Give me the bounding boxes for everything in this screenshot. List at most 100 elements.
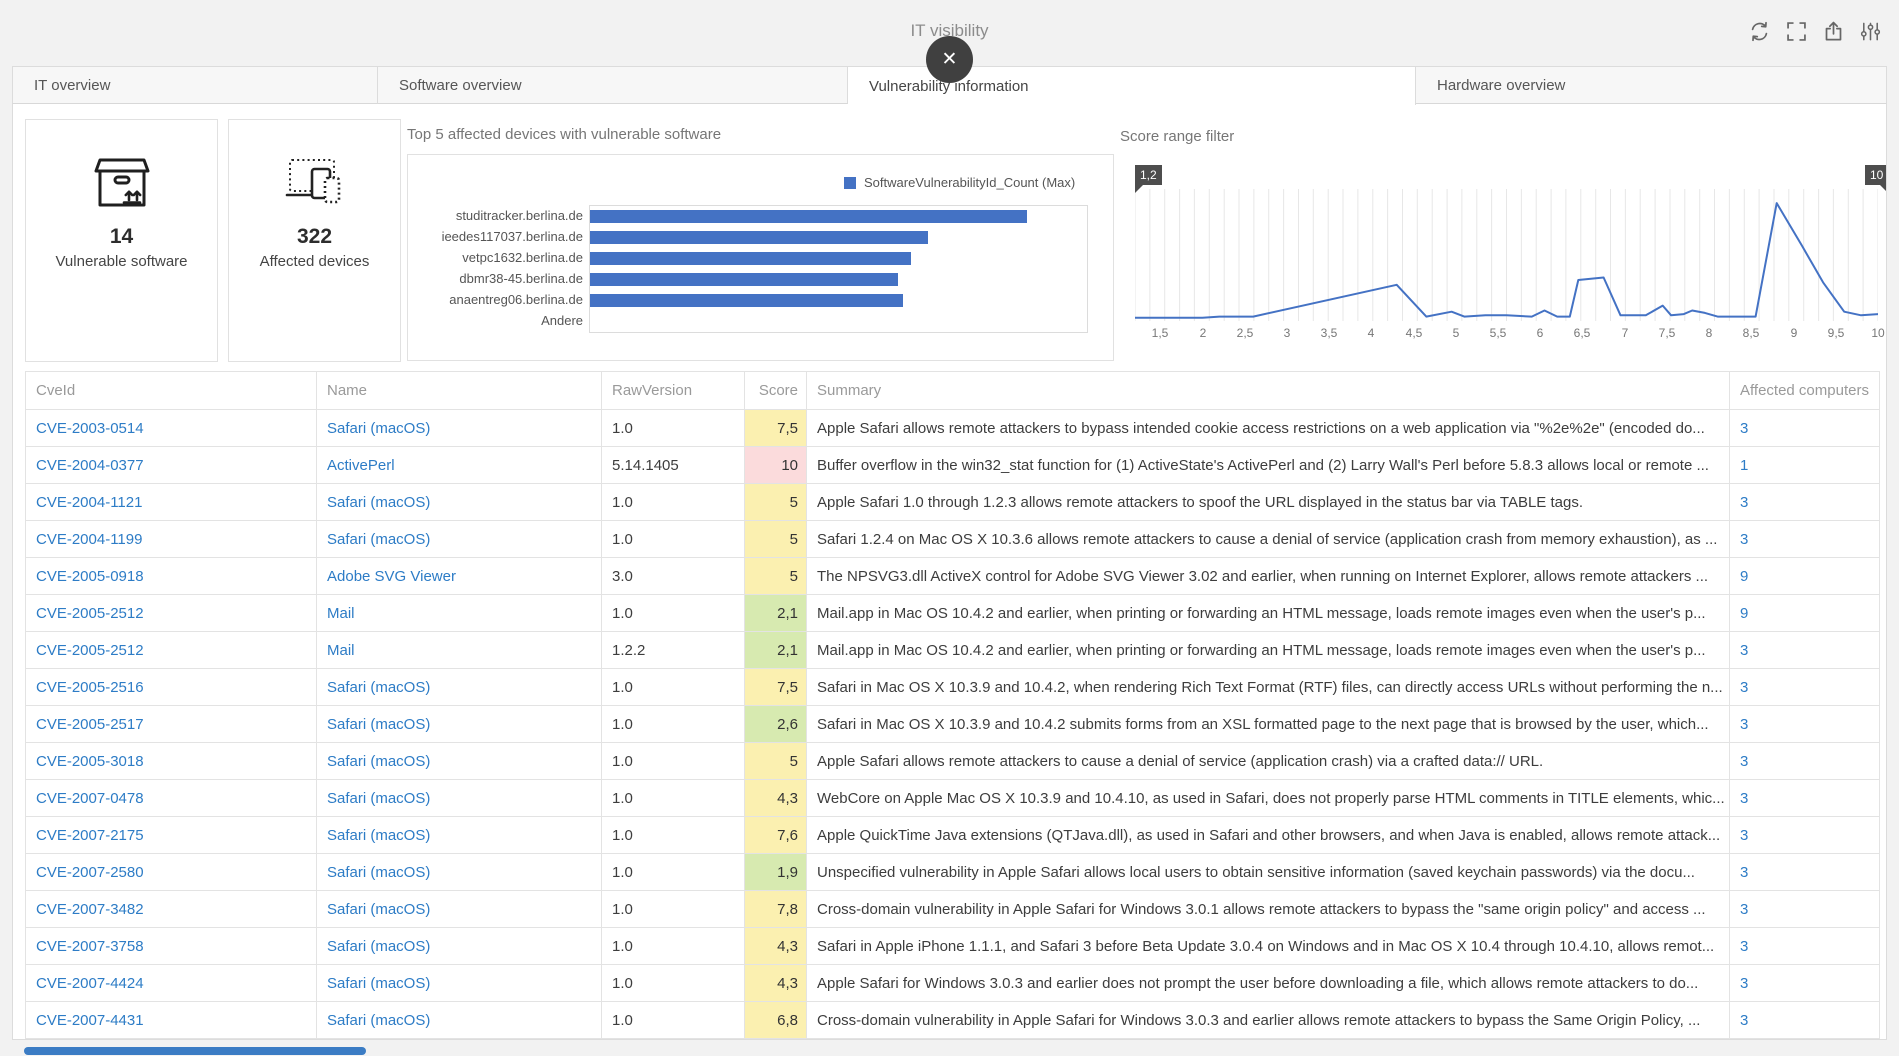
range-handle-left[interactable]: 1,2 xyxy=(1135,165,1162,185)
affected-computers-link[interactable]: 9 xyxy=(1740,605,1748,622)
software-link[interactable]: Safari (macOS) xyxy=(327,753,430,770)
bar[interactable] xyxy=(590,210,1027,223)
bar-plot-area xyxy=(589,205,1088,333)
summary-cell: Cross-domain vulnerability in Apple Safa… xyxy=(807,1002,1730,1039)
software-link[interactable]: Safari (macOS) xyxy=(327,827,430,844)
col-summary[interactable]: Summary xyxy=(807,372,1730,410)
software-link[interactable]: ActivePerl xyxy=(327,457,395,474)
software-link[interactable]: Safari (macOS) xyxy=(327,494,430,511)
export-icon[interactable] xyxy=(1822,20,1845,43)
software-link[interactable]: Safari (macOS) xyxy=(327,679,430,696)
cve-link[interactable]: CVE-2005-3018 xyxy=(36,753,144,770)
cve-link[interactable]: CVE-2005-0918 xyxy=(36,568,144,585)
cve-link[interactable]: CVE-2004-1121 xyxy=(36,494,142,511)
affected-computers-link[interactable]: 3 xyxy=(1740,938,1748,955)
tab-it-overview[interactable]: IT overview xyxy=(12,66,378,104)
affected-computers-link[interactable]: 3 xyxy=(1740,531,1748,548)
affected-computers-link[interactable]: 3 xyxy=(1740,975,1748,992)
affected-computers-link[interactable]: 3 xyxy=(1740,901,1748,918)
software-link[interactable]: Safari (macOS) xyxy=(327,901,430,918)
cve-link[interactable]: CVE-2005-2516 xyxy=(36,679,144,696)
affected-computers-link[interactable]: 3 xyxy=(1740,494,1748,511)
range-handle-right[interactable]: 10 xyxy=(1865,165,1887,185)
software-link[interactable]: Safari (macOS) xyxy=(327,420,430,437)
cve-link[interactable]: CVE-2005-2512 xyxy=(36,642,144,659)
cveid-cell: CVE-2007-4424 xyxy=(26,965,317,1002)
cveid-cell: CVE-2007-0478 xyxy=(26,780,317,817)
affected-computers-cell: 3 xyxy=(1730,669,1880,706)
table-row: CVE-2005-0918Adobe SVG Viewer3.05The NPS… xyxy=(26,558,1880,595)
horizontal-scrollbar[interactable] xyxy=(24,1047,366,1055)
affected-computers-link[interactable]: 3 xyxy=(1740,420,1748,437)
bar[interactable] xyxy=(590,294,903,307)
axis-tick-label: 3,5 xyxy=(1309,326,1349,340)
score-badge: 6,8 xyxy=(745,1002,807,1039)
affected-computers-link[interactable]: 3 xyxy=(1740,790,1748,807)
affected-computers-link[interactable]: 3 xyxy=(1740,1012,1748,1029)
cve-link[interactable]: CVE-2007-3758 xyxy=(36,938,144,955)
cve-link[interactable]: CVE-2007-4431 xyxy=(36,1012,144,1029)
summary-cell: Safari in Mac OS X 10.3.9 and 10.4.2, wh… xyxy=(807,669,1730,706)
score-badge: 1,9 xyxy=(745,854,807,891)
it-visibility-dashboard: IT visibility ✕ IT overviewSoftware over… xyxy=(0,0,1899,1056)
col-score[interactable]: Score xyxy=(745,372,807,410)
filter-settings-icon[interactable] xyxy=(1859,20,1882,43)
software-link[interactable]: Adobe SVG Viewer xyxy=(327,568,456,585)
cve-link[interactable]: CVE-2007-0478 xyxy=(36,790,144,807)
software-link[interactable]: Safari (macOS) xyxy=(327,790,430,807)
fullscreen-icon[interactable] xyxy=(1785,20,1808,43)
cve-link[interactable]: CVE-2007-4424 xyxy=(36,975,144,992)
cve-link[interactable]: CVE-2004-0377 xyxy=(36,457,144,474)
cve-link[interactable]: CVE-2007-2580 xyxy=(36,864,144,881)
cve-link[interactable]: CVE-2004-1199 xyxy=(36,531,142,548)
refresh-icon[interactable] xyxy=(1748,20,1771,43)
affected-computers-link[interactable]: 9 xyxy=(1740,568,1748,585)
name-cell: Safari (macOS) xyxy=(317,928,602,965)
legend-swatch xyxy=(844,177,856,189)
software-link[interactable]: Safari (macOS) xyxy=(327,531,430,548)
tab-software-overview[interactable]: Software overview xyxy=(378,66,848,104)
software-link[interactable]: Safari (macOS) xyxy=(327,716,430,733)
score-filter-chart[interactable] xyxy=(1135,189,1878,321)
kpi-value: 14 xyxy=(26,225,217,249)
software-link[interactable]: Safari (macOS) xyxy=(327,864,430,881)
cve-link[interactable]: CVE-2005-2517 xyxy=(36,716,144,733)
bar[interactable] xyxy=(590,252,911,265)
table-row: CVE-2007-3482Safari (macOS)1.07,8Cross-d… xyxy=(26,891,1880,928)
affected-computers-link[interactable]: 1 xyxy=(1740,457,1748,474)
software-link[interactable]: Safari (macOS) xyxy=(327,1012,430,1029)
col-rawversion[interactable]: RawVersion xyxy=(602,372,745,410)
table-row: CVE-2003-0514Safari (macOS)1.07,5Apple S… xyxy=(26,410,1880,447)
col-affected-computers[interactable]: Affected computers xyxy=(1730,372,1880,410)
bar-category-labels: studitracker.berlina.deieedes117037.berl… xyxy=(408,205,583,331)
name-cell: Safari (macOS) xyxy=(317,854,602,891)
affected-computers-link[interactable]: 3 xyxy=(1740,753,1748,770)
tab-hardware-overview[interactable]: Hardware overview xyxy=(1416,66,1887,104)
bar[interactable] xyxy=(590,231,928,244)
affected-computers-link[interactable]: 3 xyxy=(1740,864,1748,881)
cve-link[interactable]: CVE-2007-2175 xyxy=(36,827,144,844)
col-name[interactable]: Name xyxy=(317,372,602,410)
name-cell: Safari (macOS) xyxy=(317,780,602,817)
cve-link[interactable]: CVE-2003-0514 xyxy=(36,420,144,437)
software-link[interactable]: Safari (macOS) xyxy=(327,938,430,955)
cve-link[interactable]: CVE-2005-2512 xyxy=(36,605,144,622)
close-button[interactable]: ✕ xyxy=(926,36,973,83)
cveid-cell: CVE-2003-0514 xyxy=(26,410,317,447)
rawversion-cell: 1.0 xyxy=(602,521,745,558)
rawversion-cell: 3.0 xyxy=(602,558,745,595)
affected-computers-link[interactable]: 3 xyxy=(1740,716,1748,733)
col-cveid[interactable]: CveId xyxy=(26,372,317,410)
bar[interactable] xyxy=(590,273,898,286)
summary-cell: Apple QuickTime Java extensions (QTJava.… xyxy=(807,817,1730,854)
affected-computers-cell: 3 xyxy=(1730,706,1880,743)
software-link[interactable]: Mail xyxy=(327,605,355,622)
software-link[interactable]: Safari (macOS) xyxy=(327,975,430,992)
affected-computers-link[interactable]: 3 xyxy=(1740,679,1748,696)
axis-tick-label: 2,5 xyxy=(1225,326,1265,340)
affected-computers-link[interactable]: 3 xyxy=(1740,827,1748,844)
cve-link[interactable]: CVE-2007-3482 xyxy=(36,901,144,918)
software-link[interactable]: Mail xyxy=(327,642,355,659)
package-icon xyxy=(26,150,217,216)
affected-computers-link[interactable]: 3 xyxy=(1740,642,1748,659)
